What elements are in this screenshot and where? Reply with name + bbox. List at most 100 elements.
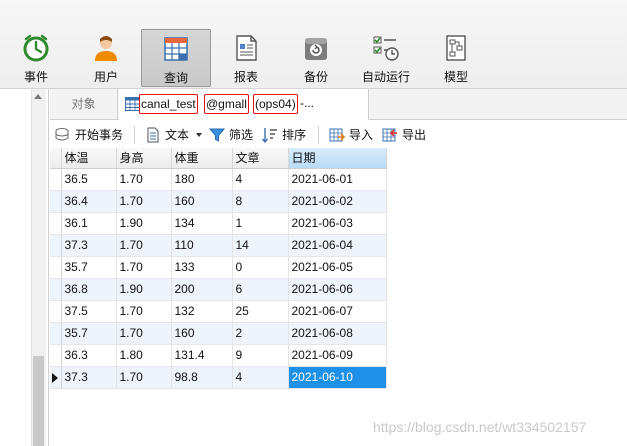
table-row[interactable]: 37.5 1.70 132 25 2021-06-07	[50, 300, 387, 323]
table-cell[interactable]: 14	[232, 234, 289, 257]
table-row[interactable]: 36.1 1.90 134 1 2021-06-03	[50, 212, 387, 235]
event-clock-icon	[23, 34, 49, 62]
row-indicator[interactable]	[50, 256, 62, 279]
row-indicator[interactable]	[50, 234, 62, 257]
table-cell[interactable]: 36.1	[61, 212, 117, 235]
table-cell[interactable]: 1.70	[116, 366, 172, 389]
row-indicator[interactable]	[50, 344, 62, 367]
table-cell-selected[interactable]: 2021-06-10	[288, 366, 387, 389]
toolbar-backup-button[interactable]: 备份	[281, 29, 351, 87]
table-row[interactable]: 36.4 1.70 160 8 2021-06-02	[50, 190, 387, 213]
column-header-articles[interactable]: 文章	[232, 148, 289, 169]
table-cell[interactable]: 1.70	[116, 256, 172, 279]
table-cell[interactable]: 1.90	[116, 212, 172, 235]
table-cell[interactable]: 2021-06-06	[288, 278, 387, 301]
table-cell[interactable]: 2	[232, 322, 289, 345]
table-cell[interactable]: 2021-06-08	[288, 322, 387, 345]
table-cell[interactable]: 2021-06-04	[288, 234, 387, 257]
table-cell[interactable]: 2021-06-02	[288, 190, 387, 213]
table-cell[interactable]: 1.90	[116, 278, 172, 301]
table-cell[interactable]: 1.70	[116, 322, 172, 345]
table-cell[interactable]: 1.80	[116, 344, 172, 367]
report-icon	[236, 35, 257, 61]
filter-button[interactable]: 筛选	[209, 125, 255, 145]
table-cell[interactable]: 132	[171, 300, 233, 323]
table-cell[interactable]: 2021-06-07	[288, 300, 387, 323]
column-header-date[interactable]: 日期	[288, 148, 387, 169]
table-row[interactable]: 35.7 1.70 160 2 2021-06-08	[50, 322, 387, 345]
import-icon	[329, 128, 345, 142]
table-cell[interactable]: 6	[232, 278, 289, 301]
row-indicator[interactable]	[50, 212, 62, 235]
sort-icon	[262, 128, 277, 143]
toolbar-model-button[interactable]: 模型	[421, 29, 491, 87]
table-cell[interactable]: 35.7	[61, 256, 117, 279]
table-cell[interactable]: 133	[171, 256, 233, 279]
column-header-temperature[interactable]: 体温	[61, 148, 117, 169]
begin-transaction-button[interactable]: 开始事务	[55, 125, 127, 145]
table-cell[interactable]: 1.70	[116, 190, 172, 213]
table-row[interactable]: 36.8 1.90 200 6 2021-06-06	[50, 278, 387, 301]
sort-button[interactable]: 排序	[262, 125, 308, 145]
tab-query-canal-test[interactable]: canal_test @gmall (ops04) -...	[119, 89, 369, 120]
table-cell[interactable]: 2021-06-01	[288, 168, 387, 191]
table-cell[interactable]: 1.70	[116, 300, 172, 323]
table-row[interactable]: 35.7 1.70 133 0 2021-06-05	[50, 256, 387, 279]
import-button[interactable]: 导入	[329, 125, 375, 145]
text-view-button[interactable]: 文本	[145, 125, 203, 145]
table-cell[interactable]: 160	[171, 190, 233, 213]
row-indicator[interactable]	[50, 278, 62, 301]
table-cell[interactable]: 36.5	[61, 168, 117, 191]
table-cell[interactable]: 25	[232, 300, 289, 323]
table-cell[interactable]: 0	[232, 256, 289, 279]
row-indicator[interactable]	[50, 300, 62, 323]
table-cell[interactable]: 1.70	[116, 168, 172, 191]
table-cell[interactable]: 2021-06-09	[288, 344, 387, 367]
table-cell[interactable]: 9	[232, 344, 289, 367]
left-panel-scroll-thumb[interactable]	[33, 356, 44, 446]
dropdown-arrow-icon[interactable]	[196, 133, 202, 137]
row-indicator[interactable]	[50, 322, 62, 345]
table-cell[interactable]: 131.4	[171, 344, 233, 367]
toolbar-query-button[interactable]: 查询	[141, 29, 211, 87]
table-cell[interactable]: 36.4	[61, 190, 117, 213]
table-cell[interactable]: 8	[232, 190, 289, 213]
table-cell[interactable]: 2021-06-05	[288, 256, 387, 279]
tab-objects[interactable]: 对象	[50, 89, 118, 119]
table-cell[interactable]: 36.3	[61, 344, 117, 367]
column-header-height[interactable]: 身高	[116, 148, 172, 169]
table-cell[interactable]: 37.3	[61, 366, 117, 389]
tab-connection-name: @gmall	[204, 94, 249, 114]
toolbar-report-button[interactable]: 报表	[211, 29, 281, 87]
begin-transaction-label: 开始事务	[75, 128, 124, 142]
table-cell[interactable]: 36.8	[61, 278, 117, 301]
table-cell[interactable]: 160	[171, 322, 233, 345]
table-cell[interactable]: 4	[232, 366, 289, 389]
column-header-weight[interactable]: 体重	[171, 148, 233, 169]
table-cell[interactable]: 200	[171, 278, 233, 301]
table-cell[interactable]: 4	[232, 168, 289, 191]
table-row-current[interactable]: 37.3 1.70 98.8 4 2021-06-10	[50, 366, 387, 389]
table-row[interactable]: 36.3 1.80 131.4 9 2021-06-09	[50, 344, 387, 367]
table-cell[interactable]: 35.7	[61, 322, 117, 345]
row-indicator-current[interactable]	[50, 366, 62, 389]
row-indicator[interactable]	[50, 190, 62, 213]
table-cell[interactable]: 1	[232, 212, 289, 235]
row-indicator[interactable]	[50, 168, 62, 191]
table-cell[interactable]: 98.8	[171, 366, 233, 389]
toolbar-event-button[interactable]: 事件	[1, 29, 71, 87]
table-cell[interactable]: 180	[171, 168, 233, 191]
export-button[interactable]: 导出	[382, 125, 428, 145]
toolbar-user-button[interactable]: 用户	[71, 29, 141, 87]
toolbar-autorun-button[interactable]: 自动运行	[351, 29, 421, 87]
export-label: 导出	[402, 128, 427, 142]
table-row[interactable]: 37.3 1.70 110 14 2021-06-04	[50, 234, 387, 257]
table-cell[interactable]: 134	[171, 212, 233, 235]
scroll-up-arrow-icon[interactable]	[34, 94, 42, 99]
table-cell[interactable]: 37.5	[61, 300, 117, 323]
table-cell[interactable]: 2021-06-03	[288, 212, 387, 235]
table-cell[interactable]: 1.70	[116, 234, 172, 257]
table-row[interactable]: 36.5 1.70 180 4 2021-06-01	[50, 168, 387, 191]
table-cell[interactable]: 37.3	[61, 234, 117, 257]
table-cell[interactable]: 110	[171, 234, 233, 257]
